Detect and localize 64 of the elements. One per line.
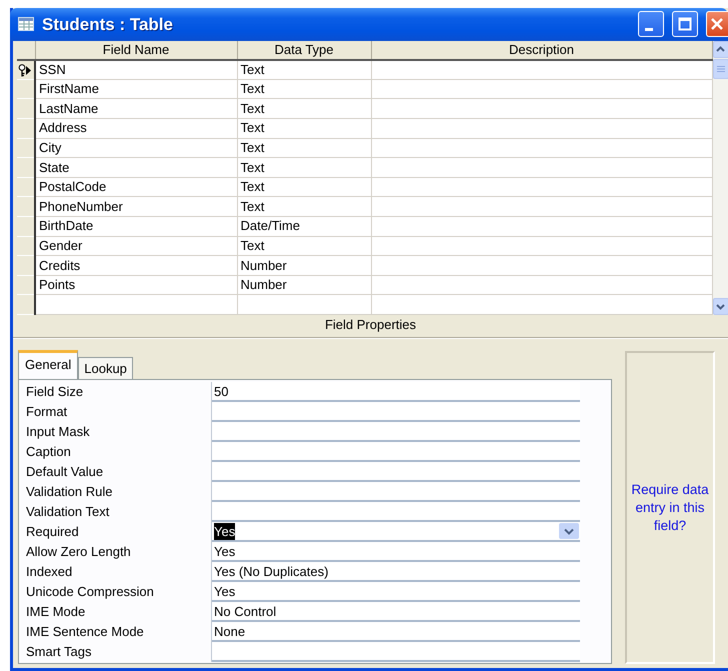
table-cell: FirstName: [35, 79, 237, 99]
maximize-button[interactable]: [672, 11, 698, 38]
row-selector[interactable]: [17, 256, 35, 276]
section-heading: Field Properties: [324, 316, 418, 334]
table-cell: Address: [35, 118, 237, 138]
table-cell: Text: [237, 138, 371, 158]
window-title: Students : Table: [42, 14, 174, 36]
table-cell: Text: [237, 236, 371, 256]
table-cell: State: [35, 158, 237, 178]
scroll-thumb[interactable]: [712, 58, 728, 79]
maximize-icon: [678, 17, 692, 32]
table-icon: [18, 17, 34, 32]
chevron-down-icon: [716, 304, 725, 310]
table-cell: Number: [237, 275, 371, 295]
table-cell: Text: [237, 177, 371, 197]
help-text: Require data entry in this field?: [630, 480, 710, 534]
table-cell: LastName: [35, 98, 237, 119]
chevron-up-icon: [716, 46, 725, 52]
vertical-scrollbar[interactable]: [712, 40, 728, 315]
table-cell: Text: [237, 158, 371, 178]
row-selector[interactable]: [17, 236, 35, 256]
tab[interactable]: General: [18, 350, 78, 379]
row-selector[interactable]: [17, 158, 35, 178]
close-button[interactable]: [706, 11, 728, 38]
minimize-icon: [645, 28, 653, 31]
column-header[interactable]: Data Type: [237, 40, 371, 60]
row-selector[interactable]: [17, 216, 35, 236]
dropdown-button[interactable]: [559, 523, 579, 539]
property-field[interactable]: Yes: [212, 522, 580, 542]
table-cell: Gender: [35, 236, 237, 256]
table-cell: Text: [237, 196, 371, 217]
row-selector[interactable]: [17, 60, 35, 80]
column-header[interactable]: Description: [371, 40, 712, 60]
tab[interactable]: Lookup: [78, 357, 133, 379]
minimize-button[interactable]: [638, 11, 664, 38]
row-selector[interactable]: [17, 98, 35, 119]
current-row-icon: [26, 66, 31, 75]
row-selector[interactable]: [17, 196, 35, 217]
table-cell: PhoneNumber: [35, 196, 237, 217]
row-selector[interactable]: [17, 275, 35, 295]
column-header[interactable]: Field Name: [35, 40, 237, 60]
key-icon: [18, 64, 26, 77]
table-cell: Points: [35, 275, 237, 295]
table-cell: SSN: [35, 60, 237, 80]
table-cell: City: [35, 138, 237, 158]
table-cell: Text: [237, 98, 371, 119]
corner-header: [17, 40, 35, 60]
grip-icon: [716, 64, 724, 73]
table-cell: Text: [237, 118, 371, 138]
table-cell: Text: [237, 79, 371, 99]
table-cell: Number: [237, 256, 371, 276]
table-cell: PostalCode: [35, 177, 237, 197]
close-icon: [710, 17, 724, 32]
table-cell: Credits: [35, 256, 237, 276]
row-selector[interactable]: [17, 118, 35, 138]
chevron-down-icon: [564, 528, 574, 534]
table-cell: BirthDate: [35, 216, 237, 236]
row-selector[interactable]: [17, 177, 35, 197]
table-cell: Text: [237, 60, 371, 80]
table-cell: Date/Time: [237, 216, 371, 236]
row-selector[interactable]: [17, 79, 35, 99]
row-selector[interactable]: [17, 294, 35, 314]
scroll-down-button[interactable]: [712, 298, 728, 315]
row-selector[interactable]: [17, 138, 35, 158]
